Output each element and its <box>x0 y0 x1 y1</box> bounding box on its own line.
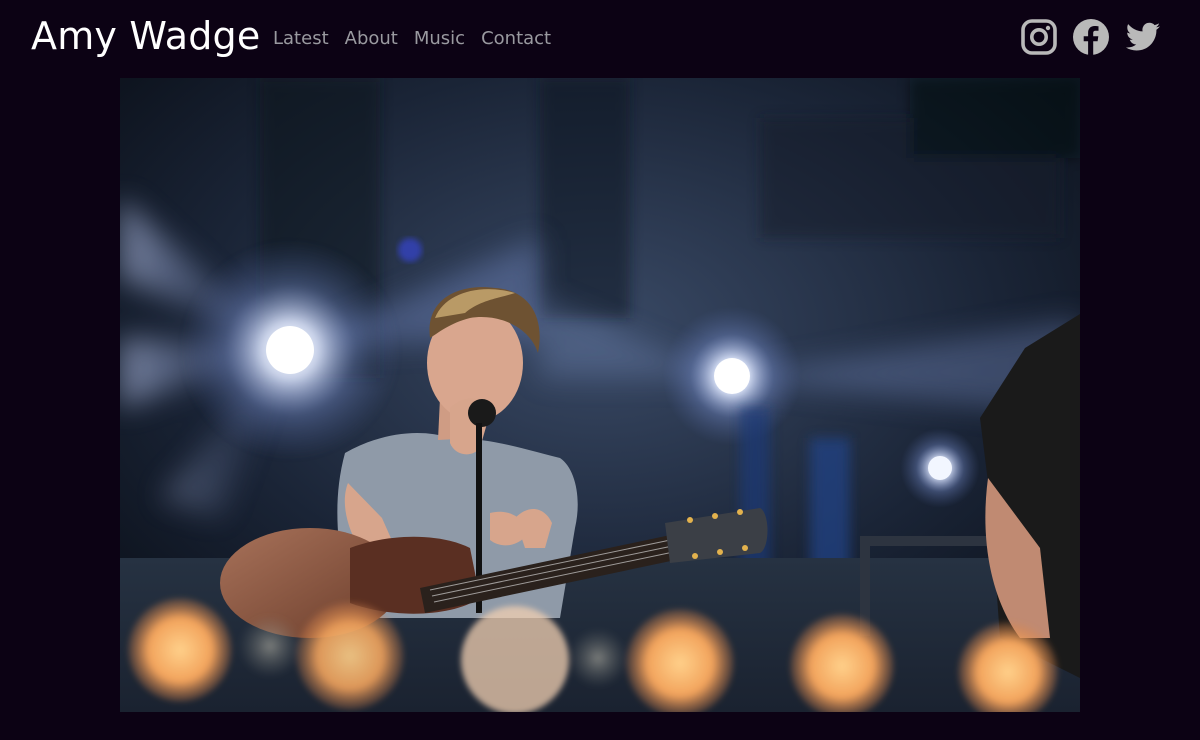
nav-item-about[interactable]: About <box>345 27 398 51</box>
main-nav: Latest About Music Contact <box>273 27 567 51</box>
social-links <box>1020 18 1162 56</box>
hero-photo <box>120 78 1080 712</box>
twitter-link[interactable] <box>1124 18 1162 56</box>
site-header: Amy Wadge Latest About Music Contact <box>0 0 1200 78</box>
concert-photo <box>120 78 1080 712</box>
facebook-icon <box>1073 19 1109 55</box>
nav-item-contact[interactable]: Contact <box>481 27 551 51</box>
nav-item-latest[interactable]: Latest <box>273 27 329 51</box>
twitter-icon <box>1125 22 1160 51</box>
instagram-link[interactable] <box>1020 18 1058 56</box>
instagram-icon <box>1021 19 1057 55</box>
nav-item-music[interactable]: Music <box>414 27 465 51</box>
site-title[interactable]: Amy Wadge <box>31 12 260 60</box>
facebook-link[interactable] <box>1072 18 1110 56</box>
